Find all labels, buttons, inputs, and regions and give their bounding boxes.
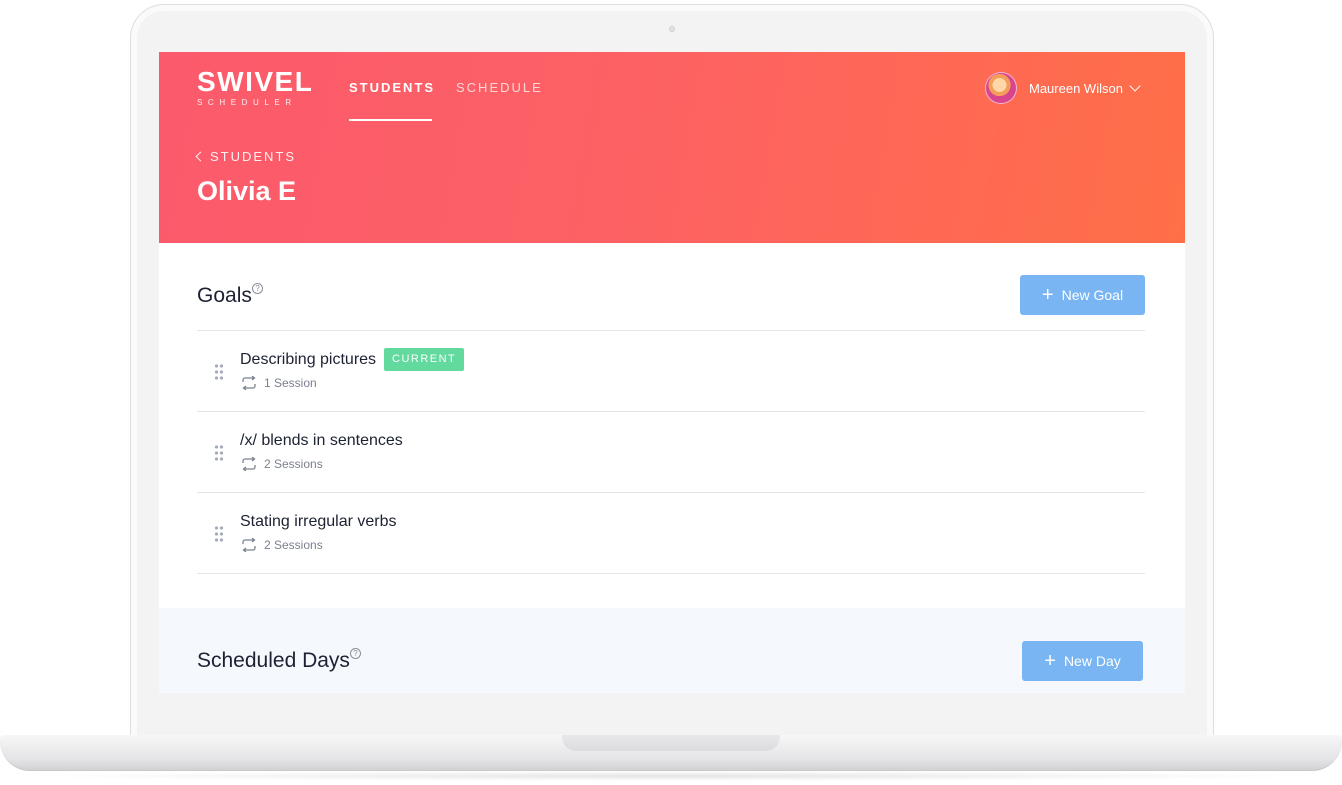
page-title: Olivia E: [197, 176, 297, 206]
laptop-shadow: [20, 771, 1322, 781]
swivel-logo[interactable]: SWIVEL SCHEDULER: [197, 66, 314, 108]
sessions-count: 2 Sessions: [264, 538, 323, 552]
goal-title: Describing pictures: [240, 351, 377, 368]
chevron-left-icon: [195, 151, 206, 162]
breadcrumb-label: STUDENTS: [210, 149, 297, 164]
drag-handle-icon[interactable]: [214, 525, 224, 542]
user-menu[interactable]: Maureen Wilson: [985, 72, 1141, 104]
goals-title: Goals: [197, 284, 252, 307]
active-tab-indicator: [349, 119, 432, 121]
plus-icon: +: [1041, 284, 1054, 306]
repeat-icon: [242, 457, 256, 471]
goal-sessions: 1 Session: [240, 376, 317, 390]
new-goal-button[interactable]: + New Goal: [1020, 275, 1145, 315]
goal-row[interactable]: Describing pictures CURRENT 1 Session: [197, 331, 1145, 412]
sessions-count: 1 Session: [264, 376, 317, 390]
breadcrumb[interactable]: STUDENTS: [195, 149, 297, 164]
chevron-down-icon: [1129, 79, 1141, 92]
camera: [669, 26, 675, 32]
plus-icon: +: [1044, 650, 1056, 672]
new-day-button[interactable]: + New Day: [1022, 641, 1143, 681]
header-hero: SWIVEL SCHEDULER STUDENTS SCHEDULE Maure…: [159, 52, 1185, 243]
repeat-icon: [242, 538, 256, 552]
goal-sessions: 2 Sessions: [240, 538, 323, 552]
status-badge: CURRENT: [384, 348, 465, 371]
drag-handle-icon[interactable]: [214, 363, 224, 380]
user-name: Maureen Wilson: [1029, 80, 1123, 96]
goal-row[interactable]: Stating irregular verbs 2 Sessions: [197, 493, 1145, 574]
goals-list: Describing pictures CURRENT 1 Session /x…: [197, 330, 1145, 574]
tab-schedule[interactable]: SCHEDULE: [456, 80, 543, 95]
help-icon[interactable]: ?: [350, 648, 361, 659]
scheduled-days-title: Scheduled Days: [197, 649, 350, 672]
avatar: [985, 72, 1017, 104]
laptop-notch: [562, 735, 780, 751]
new-day-label: New Day: [1063, 653, 1121, 669]
goal-sessions: 2 Sessions: [240, 457, 323, 471]
goal-title: Stating irregular verbs: [240, 513, 397, 530]
help-icon[interactable]: ?: [252, 283, 263, 294]
app-screen: SWIVEL SCHEDULER STUDENTS SCHEDULE Maure…: [159, 52, 1185, 693]
goal-row[interactable]: /x/ blends in sentences 2 Sessions: [197, 412, 1145, 493]
new-goal-label: New Goal: [1061, 287, 1124, 303]
logo-wordmark: SWIVEL: [197, 66, 314, 97]
goal-title: /x/ blends in sentences: [240, 432, 403, 449]
repeat-icon: [242, 376, 256, 390]
sessions-count: 2 Sessions: [264, 457, 323, 471]
drag-handle-icon[interactable]: [214, 444, 224, 461]
logo-tagline: SCHEDULER: [197, 98, 297, 107]
tab-students[interactable]: STUDENTS: [349, 80, 435, 95]
